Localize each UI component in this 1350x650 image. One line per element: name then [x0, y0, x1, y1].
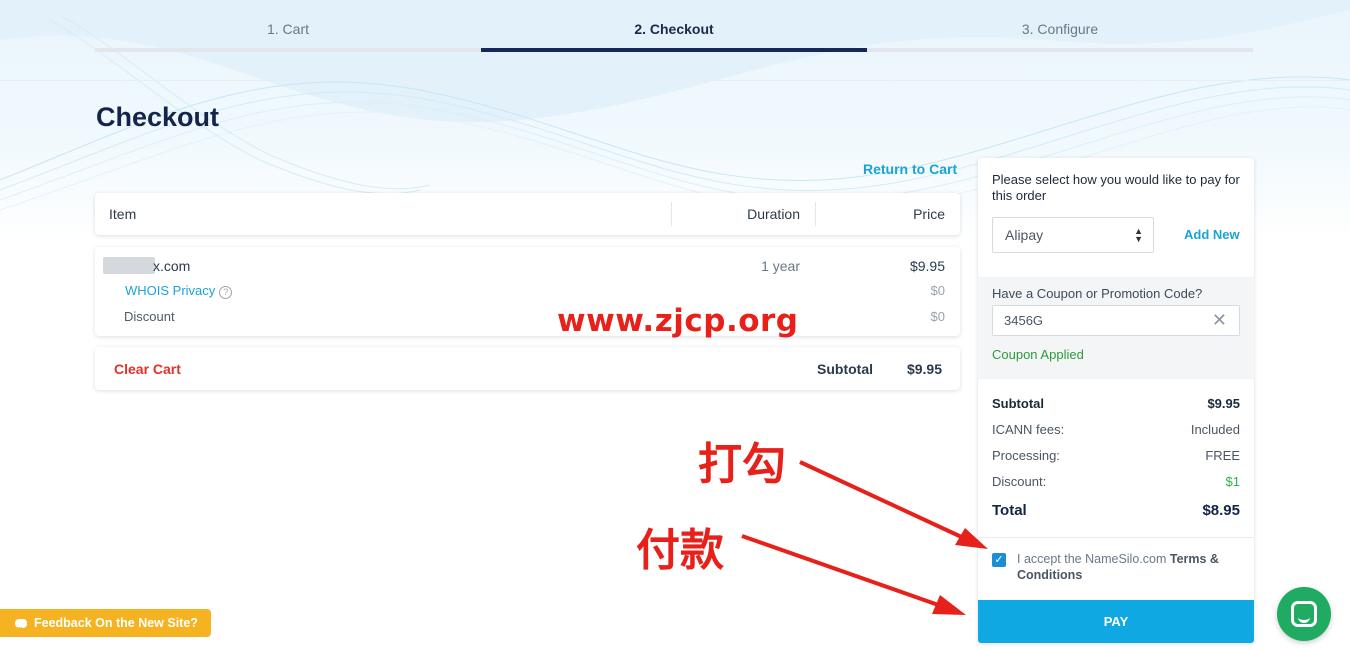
whois-privacy-label: WHOIS Privacy — [125, 283, 216, 298]
feedback-label: Feedback On the New Site? — [34, 616, 198, 630]
summary-processing-value: FREE — [1205, 448, 1240, 463]
clear-cart-button[interactable]: Clear Cart — [114, 361, 181, 377]
summary-discount-value: $1 — [1225, 474, 1240, 489]
step-cart[interactable]: 1. Cart — [95, 0, 481, 52]
page-title: Checkout — [96, 102, 220, 132]
summary-total-label: Total — [992, 502, 1027, 519]
header-price: Price — [913, 206, 945, 222]
payment-title: Please select how you would like to pay … — [992, 172, 1240, 203]
cart-table-header: Item Duration Price — [95, 193, 960, 235]
header-divider — [0, 80, 1350, 81]
step-configure[interactable]: 3. Configure — [867, 0, 1253, 52]
subtotal-label: Subtotal — [817, 361, 873, 377]
payment-method-select[interactable]: Alipay ▲ ▼ — [992, 217, 1154, 253]
feedback-button[interactable]: Feedback On the New Site? — [0, 609, 211, 642]
arrow-to-checkbox — [799, 460, 969, 542]
checkmark-icon: ✓ — [994, 554, 1004, 566]
header-item: Item — [109, 206, 137, 222]
cart-items: x.com 1 year $9.95 WHOIS Privacy? $0 Dis… — [95, 247, 960, 336]
summary-subtotal: Subtotal $9.95 — [992, 396, 1240, 411]
coupon-input[interactable]: 3456G ✕ — [992, 305, 1240, 336]
coupon-label: Have a Coupon or Promotion Code? — [992, 286, 1203, 301]
header-separator — [815, 202, 816, 226]
chat-button[interactable] — [1277, 587, 1331, 641]
summary-processing-label: Processing: — [992, 448, 1060, 463]
summary-icann: ICANN fees: Included — [992, 422, 1240, 437]
summary-discount-label: Discount: — [992, 474, 1047, 489]
close-icon[interactable]: ✕ — [1212, 310, 1227, 331]
question-circle-icon[interactable]: ? — [219, 286, 233, 299]
header-separator — [671, 202, 672, 226]
summary-total-value: $8.95 — [1202, 502, 1240, 519]
terms-text: I accept the NameSilo.com Terms & Condit… — [1017, 551, 1237, 583]
terms-prefix: I accept the NameSilo.com — [1017, 552, 1167, 566]
header-duration: Duration — [747, 206, 800, 222]
pay-button[interactable]: PAY — [978, 600, 1254, 643]
whois-price: $0 — [930, 283, 945, 298]
terms-checkbox[interactable]: ✓ — [992, 553, 1006, 567]
domain-name: x.com — [153, 258, 191, 274]
domain-price: $9.95 — [909, 258, 945, 274]
cart-subtotal: Clear Cart Subtotal $9.95 — [95, 347, 960, 390]
annotation-pay: 付款 — [636, 525, 724, 576]
domain-duration: 1 year — [761, 258, 800, 274]
watermark: www.zjcp.org — [557, 303, 799, 339]
summary-discount: Discount: $1 — [992, 474, 1240, 489]
annotation-check: 打勾 — [698, 439, 786, 490]
summary-divider — [978, 537, 1254, 538]
whois-privacy-link[interactable]: WHOIS Privacy? — [125, 283, 233, 299]
summary-icann-label: ICANN fees: — [992, 422, 1065, 437]
arrowhead-icon — [932, 595, 966, 615]
summary-subtotal-value: $9.95 — [1207, 396, 1240, 411]
summary-subtotal-label: Subtotal — [992, 396, 1044, 411]
summary-processing: Processing: FREE — [992, 448, 1240, 463]
coupon-section: Have a Coupon or Promotion Code? 3456G ✕… — [978, 277, 1254, 379]
chat-bubble-icon — [15, 614, 27, 642]
arrow-to-pay — [741, 534, 945, 609]
subtotal-value: $9.95 — [906, 361, 942, 377]
select-arrows-icon: ▲ ▼ — [1134, 226, 1143, 244]
chat-icon — [1291, 601, 1317, 627]
summary-total: Total $8.95 — [992, 502, 1240, 519]
redacted-domain-blur — [103, 257, 155, 274]
coupon-status: Coupon Applied — [992, 347, 1084, 362]
return-to-cart-link[interactable]: Return to Cart — [863, 161, 957, 177]
add-new-payment-link[interactable]: Add New — [1184, 227, 1240, 242]
payment-panel: Please select how you would like to pay … — [978, 158, 1254, 643]
payment-method-value: Alipay — [1005, 227, 1044, 243]
discount-price: $0 — [930, 309, 945, 324]
checkout-steps: 1. Cart 2. Checkout 3. Configure — [95, 0, 1253, 52]
step-checkout[interactable]: 2. Checkout — [481, 0, 867, 52]
summary-icann-value: Included — [1190, 422, 1240, 437]
coupon-value: 3456G — [1004, 313, 1044, 328]
discount-label: Discount — [124, 309, 175, 324]
